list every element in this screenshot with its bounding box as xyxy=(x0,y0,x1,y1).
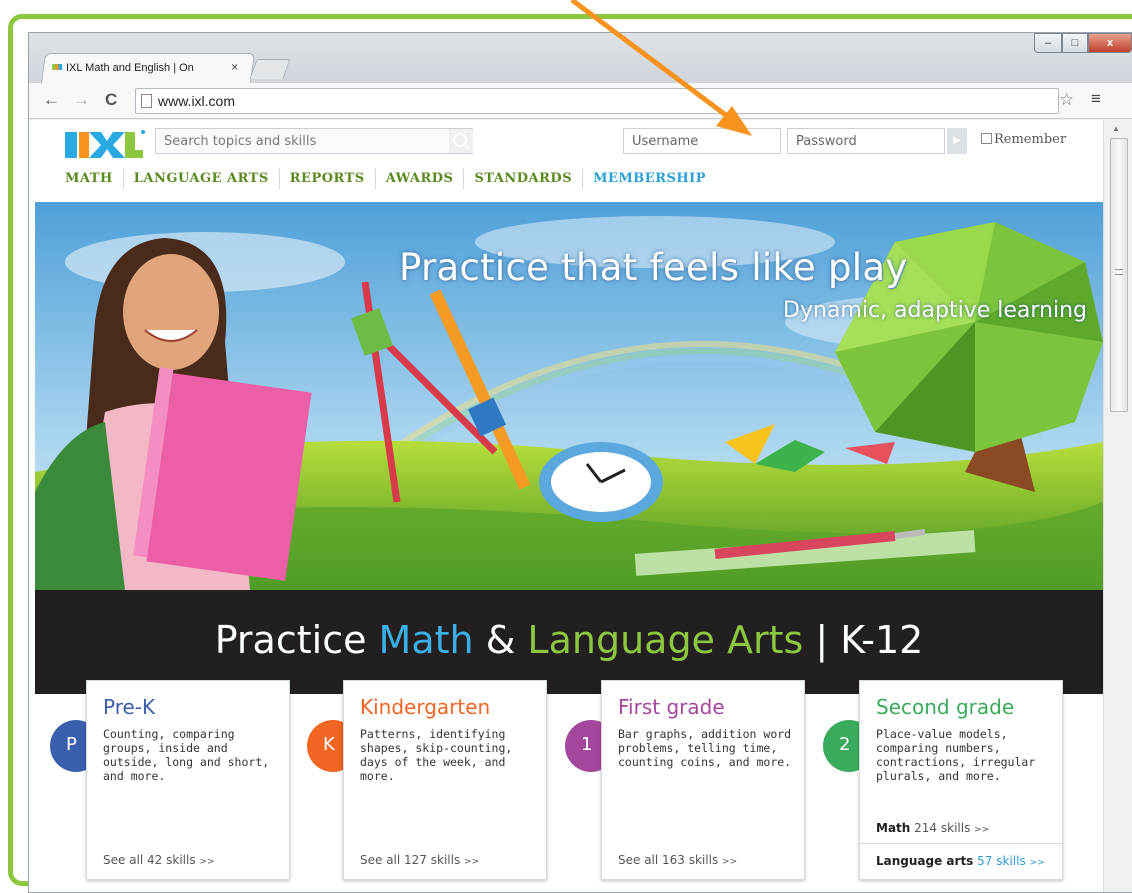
more-arrows: >> xyxy=(1029,858,1045,868)
site-header: Search topics and skills Username Passwo… xyxy=(29,120,1103,202)
remember-label: Remember xyxy=(994,132,1067,147)
see-all-link[interactable]: See all 42 skills >> xyxy=(103,853,215,867)
band-prefix: Practice xyxy=(214,618,379,662)
nav-standards[interactable]: STANDARDS xyxy=(463,169,582,189)
browser-menu-icon[interactable]: ≡ xyxy=(1091,89,1101,109)
title-bar: IXL Math and English | On × – □ x xyxy=(29,33,1132,83)
grade-card-kindergarten[interactable]: K Kindergarten Patterns, identifying sha… xyxy=(307,680,551,892)
address-bar[interactable]: www.ixl.com xyxy=(135,88,1059,114)
grade-card-body[interactable]: Kindergarten Patterns, identifying shape… xyxy=(343,680,547,880)
grade-description: Patterns, identifying shapes, skip-count… xyxy=(360,727,513,783)
nav-language-arts[interactable]: LANGUAGE ARTS xyxy=(122,169,279,189)
browser-toolbar: ← → C www.ixl.com ☆ ≡ xyxy=(29,83,1132,119)
grade-description: Counting, comparing groups, inside and o… xyxy=(103,727,270,783)
back-arrow-icon[interactable]: ← xyxy=(43,90,60,110)
remember-checkbox[interactable]: Remember xyxy=(981,132,1066,147)
browser-window: IXL Math and English | On × – □ x ← → C … xyxy=(28,32,1132,893)
grade-cards: P Pre-K Counting, comparing groups, insi… xyxy=(35,680,1103,892)
grade-card-body[interactable]: First grade Bar graphs, addition word pr… xyxy=(601,680,805,880)
practice-band: Practice Math & Language Arts | K-12 xyxy=(35,590,1103,694)
scroll-up-arrow-icon[interactable]: ▲ xyxy=(1112,124,1120,133)
username-field[interactable]: Username xyxy=(623,128,781,154)
hero-title: Practice that feels like play xyxy=(399,246,908,289)
password-field[interactable]: Password xyxy=(787,128,945,154)
math-skills-link[interactable]: Math 214 skills >> xyxy=(876,821,989,835)
ixl-favicon-icon xyxy=(52,64,63,70)
see-all-text: See all 42 skills xyxy=(103,853,196,867)
la-count: 57 skills xyxy=(977,854,1026,868)
hero-subtitle: Dynamic, adaptive learning xyxy=(783,298,1087,323)
grade-description: Bar graphs, addition word problems, tell… xyxy=(618,727,792,769)
see-all-text: See all 163 skills xyxy=(618,853,719,867)
browser-tab[interactable]: IXL Math and English | On × xyxy=(40,53,256,83)
grade-card-body[interactable]: Pre-K Counting, comparing groups, inside… xyxy=(86,680,290,880)
la-label: Language arts xyxy=(876,854,974,868)
nav-reports[interactable]: REPORTS xyxy=(278,169,375,189)
scroll-thumb[interactable] xyxy=(1110,138,1128,412)
window-controls: – □ x xyxy=(1034,33,1132,53)
close-window-button[interactable]: x xyxy=(1088,33,1132,53)
band-suffix: | K-12 xyxy=(803,618,924,662)
reload-icon[interactable]: C xyxy=(105,90,117,110)
band-language-arts[interactable]: Language Arts xyxy=(527,618,803,662)
forward-arrow-icon[interactable]: → xyxy=(73,90,90,110)
tab-title: IXL Math and English | On xyxy=(66,62,194,74)
grade-card-second[interactable]: 2 Second grade Place-value models, compa… xyxy=(823,680,1067,892)
nav-membership[interactable]: MEMBERSHIP xyxy=(582,169,716,189)
sign-in-arrow-button[interactable]: ▶ xyxy=(947,128,967,154)
page-viewport: Search topics and skills Username Passwo… xyxy=(29,120,1103,892)
main-nav: MATH LANGUAGE ARTS REPORTS AWARDS STANDA… xyxy=(65,169,716,189)
see-all-link[interactable]: See all 127 skills >> xyxy=(360,853,479,867)
grade-description: Place-value models, comparing numbers, c… xyxy=(876,727,1036,783)
see-all-text: See all 127 skills xyxy=(360,853,461,867)
math-label: Math xyxy=(876,821,911,835)
grip-icon xyxy=(1115,269,1123,275)
band-heading: Practice Math & Language Arts | K-12 xyxy=(35,618,1103,662)
grade-card-prek[interactable]: P Pre-K Counting, comparing groups, insi… xyxy=(50,680,294,892)
url-text: www.ixl.com xyxy=(158,93,236,109)
minimize-button[interactable]: – xyxy=(1034,33,1062,53)
more-arrows: >> xyxy=(464,857,480,867)
grade-title[interactable]: First grade xyxy=(618,695,804,719)
more-arrows: >> xyxy=(974,825,990,835)
bookmark-star-icon[interactable]: ☆ xyxy=(1059,90,1074,110)
page-icon xyxy=(141,94,152,108)
vertical-scrollbar[interactable]: ▲ xyxy=(1103,120,1132,892)
language-arts-skills-link[interactable]: Language arts 57 skills >> xyxy=(860,843,1062,868)
search-icon[interactable] xyxy=(449,129,473,153)
see-all-link[interactable]: See all 163 skills >> xyxy=(618,853,737,867)
more-arrows: >> xyxy=(722,857,738,867)
nav-math[interactable]: MATH xyxy=(65,169,123,189)
math-count: 214 skills xyxy=(914,821,971,835)
checkbox-icon xyxy=(981,133,992,144)
close-tab-icon[interactable]: × xyxy=(231,60,238,74)
nav-awards[interactable]: AWARDS xyxy=(374,169,464,189)
grade-title[interactable]: Second grade xyxy=(876,695,1062,719)
search-input[interactable]: Search topics and skills xyxy=(155,128,473,154)
band-amp: & xyxy=(473,618,528,662)
grade-title[interactable]: Kindergarten xyxy=(360,695,546,719)
more-arrows: >> xyxy=(199,857,215,867)
new-tab-button[interactable] xyxy=(249,59,291,79)
band-math[interactable]: Math xyxy=(379,618,474,662)
hero-banner[interactable]: Practice that feels like play Dynamic, a… xyxy=(35,202,1103,590)
ixl-logo[interactable] xyxy=(65,128,145,160)
grade-title[interactable]: Pre-K xyxy=(103,695,289,719)
maximize-button[interactable]: □ xyxy=(1062,33,1088,53)
grade-card-first[interactable]: 1 First grade Bar graphs, addition word … xyxy=(565,680,809,892)
grade-card-body[interactable]: Second grade Place-value models, compari… xyxy=(859,680,1063,880)
